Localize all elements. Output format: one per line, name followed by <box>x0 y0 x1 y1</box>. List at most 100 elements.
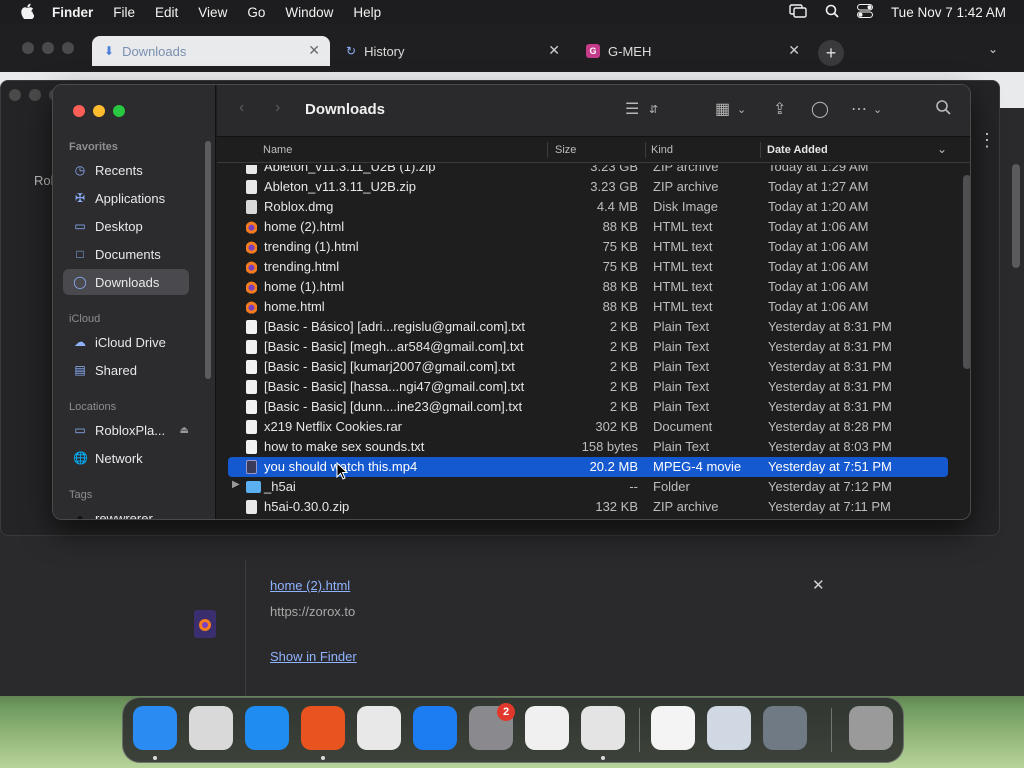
control-center-icon[interactable] <box>856 3 873 21</box>
show-in-finder-link[interactable]: Show in Finder <box>270 649 357 664</box>
finder-icon[interactable] <box>133 706 177 750</box>
tab-gmeh[interactable]: G G-MEH ✕ <box>574 36 810 66</box>
visual-studio-icon[interactable] <box>651 706 695 750</box>
file-row[interactable]: Ableton_v11.3.11_U2B.zip 3.23 GB ZIP archi… <box>228 177 948 197</box>
file-row[interactable]: home.html 88 KB HTML text Today at 1:06 AM <box>228 297 948 317</box>
zoom-dot[interactable] <box>62 42 74 54</box>
menu-help[interactable]: Help <box>353 5 381 20</box>
file-row[interactable]: h5ai-0.30.0.zip 132 KB ZIP archive Yesterda… <box>228 497 948 517</box>
file-row[interactable]: x219 Netflix Cookies.rar 302 KB Document Ye… <box>228 417 948 437</box>
sort-chevron-icon[interactable]: ⌄ <box>937 142 947 156</box>
list-view-icon[interactable]: ☰ <box>625 99 639 119</box>
file-row[interactable]: Roblox.dmg 4.4 MB Disk Image Today at 1:20 … <box>228 197 948 217</box>
file-row[interactable]: [Basic - Basic] [dunn....ine23@gmail.com… <box>228 397 948 417</box>
sidebar-item-documents[interactable]: □ Documents <box>63 241 189 267</box>
tab-history[interactable]: ↻ History ✕ <box>334 36 570 66</box>
file-row[interactable]: [Basic - Básico] [adri...regislu@gmail.c… <box>228 317 948 337</box>
app-store-icon[interactable] <box>413 706 457 750</box>
close-window-button[interactable] <box>73 105 85 117</box>
chrome-icon[interactable] <box>357 706 401 750</box>
new-tab-button[interactable]: + <box>818 40 844 66</box>
file-row[interactable]: ▶ _h5ai -- Folder Yesterday at 7:12 PM <box>228 477 948 497</box>
sidebar-item-tag[interactable]: ● rewwrerer <box>63 505 189 520</box>
close-dot[interactable] <box>9 89 21 101</box>
browser-scrollbar[interactable] <box>1012 164 1020 268</box>
group-grid-icon[interactable]: ▦ <box>715 99 730 119</box>
close-tab-icon[interactable]: ✕ <box>548 42 560 59</box>
sidebar-item-recents[interactable]: ◷ Recents <box>63 157 189 183</box>
sidebar-item-label: rewwrerer <box>95 510 153 520</box>
column-header-kind[interactable]: Kind <box>651 144 673 156</box>
sidebar-item-robloxplayer[interactable]: ▭ RobloxPla... ⏏ <box>63 417 193 443</box>
disclosure-triangle-icon[interactable]: ▶ <box>232 479 240 490</box>
download-file-link[interactable]: home (2).html <box>270 578 350 593</box>
desktop-icon: ▭ <box>74 219 86 233</box>
sidebar-item-applications[interactable]: ✠ Applications <box>63 185 189 211</box>
chevron-down-icon[interactable]: ⌄ <box>737 103 746 116</box>
sidebar-scrollbar[interactable] <box>205 141 211 379</box>
firefox-icon[interactable] <box>301 706 345 750</box>
tab-downloads[interactable]: ⬇ Downloads ✕ <box>92 36 330 66</box>
column-header-name[interactable]: Name <box>263 144 292 156</box>
share-icon[interactable]: ⇪ <box>773 99 786 119</box>
eject-icon[interactable]: ⏏ <box>180 425 189 436</box>
sidebar-item-icloud-drive[interactable]: ☁ iCloud Drive <box>63 329 189 355</box>
column-header-size[interactable]: Size <box>555 144 576 156</box>
screen-mirroring-icon[interactable] <box>789 3 807 21</box>
roblox-icon[interactable] <box>581 706 625 750</box>
column-divider[interactable] <box>547 142 548 158</box>
launchpad-icon[interactable] <box>189 706 233 750</box>
sidebar-item-downloads[interactable]: ◯ Downloads <box>63 269 189 295</box>
zoom-window-button[interactable] <box>113 105 125 117</box>
safari-icon[interactable] <box>245 706 289 750</box>
minimize-dot[interactable] <box>42 42 54 54</box>
menu-window[interactable]: Window <box>285 5 333 20</box>
close-dot[interactable] <box>22 42 34 54</box>
trash-icon[interactable] <box>849 706 893 750</box>
column-divider[interactable] <box>760 142 761 158</box>
file-row[interactable]: home (1).html 88 KB HTML text Today at 1:06… <box>228 277 948 297</box>
preview-icon[interactable] <box>707 706 751 750</box>
menu-file[interactable]: File <box>113 5 135 20</box>
sidebar-item-network[interactable]: 🌐 Network <box>63 445 189 471</box>
file-row[interactable]: home (2).html 88 KB HTML text Today at 1:06… <box>228 217 948 237</box>
file-row[interactable]: [Basic - Basic] [hassa...ngi47@gmail.com… <box>228 377 948 397</box>
sidebar-item-desktop[interactable]: ▭ Desktop <box>63 213 189 239</box>
view-options-chevron-icon[interactable]: ⇵ <box>649 103 658 116</box>
forward-chevron-icon[interactable]: › <box>275 99 280 117</box>
close-icon[interactable]: ✕ <box>812 576 825 594</box>
menu-app-name[interactable]: Finder <box>52 5 93 20</box>
more-actions-icon[interactable]: ⋯ <box>851 99 867 119</box>
minimize-window-button[interactable] <box>93 105 105 117</box>
file-row[interactable]: [Basic - Basic] [megh...ar584@gmail.com]… <box>228 337 948 357</box>
file-kind: ZIP archive <box>653 165 719 174</box>
file-row[interactable]: [Basic - Basic] [kumarj2007@gmail.com].t… <box>228 357 948 377</box>
file-row[interactable]: trending (1).html 75 KB HTML text Today at … <box>228 237 948 257</box>
close-tab-icon[interactable]: ✕ <box>788 42 800 59</box>
more-menu-icon[interactable]: ⋮ <box>978 130 996 151</box>
file-row[interactable]: trending.html 75 KB HTML text Today at 1:06… <box>228 257 948 277</box>
chevron-down-icon[interactable]: ⌄ <box>873 103 882 116</box>
menu-edit[interactable]: Edit <box>155 5 178 20</box>
search-icon[interactable] <box>935 99 951 120</box>
menu-view[interactable]: View <box>198 5 227 20</box>
file-kind: Folder <box>653 479 690 494</box>
minimize-dot[interactable] <box>29 89 41 101</box>
quicktime-icon[interactable] <box>763 706 807 750</box>
column-header-date-added[interactable]: Date Added <box>767 144 828 156</box>
tab-list-chevron-icon[interactable]: ⌄ <box>988 42 998 56</box>
close-tab-icon[interactable]: ✕ <box>308 42 320 59</box>
file-row[interactable]: how to make sex sounds.txt 158 bytes Plain… <box>228 437 948 457</box>
tag-icon[interactable]: ◯ <box>811 99 829 119</box>
menu-clock[interactable]: Tue Nov 7 1:42 AM <box>891 5 1006 20</box>
menu-go[interactable]: Go <box>247 5 265 20</box>
file-name: Ableton_v11.3.11_U2B (1).zip <box>264 165 436 174</box>
apple-icon[interactable] <box>20 3 35 22</box>
spotlight-search-icon[interactable] <box>825 4 839 21</box>
file-list-scrollbar[interactable] <box>963 175 970 369</box>
back-chevron-icon[interactable]: ‹ <box>239 99 244 117</box>
textedit-icon[interactable] <box>525 706 569 750</box>
sidebar-item-shared[interactable]: ▤ Shared <box>63 357 189 383</box>
column-divider[interactable] <box>645 142 646 158</box>
file-row[interactable]: Ableton_v11.3.11_U2B (1).zip 3.23 GB ZIP a… <box>228 165 948 177</box>
